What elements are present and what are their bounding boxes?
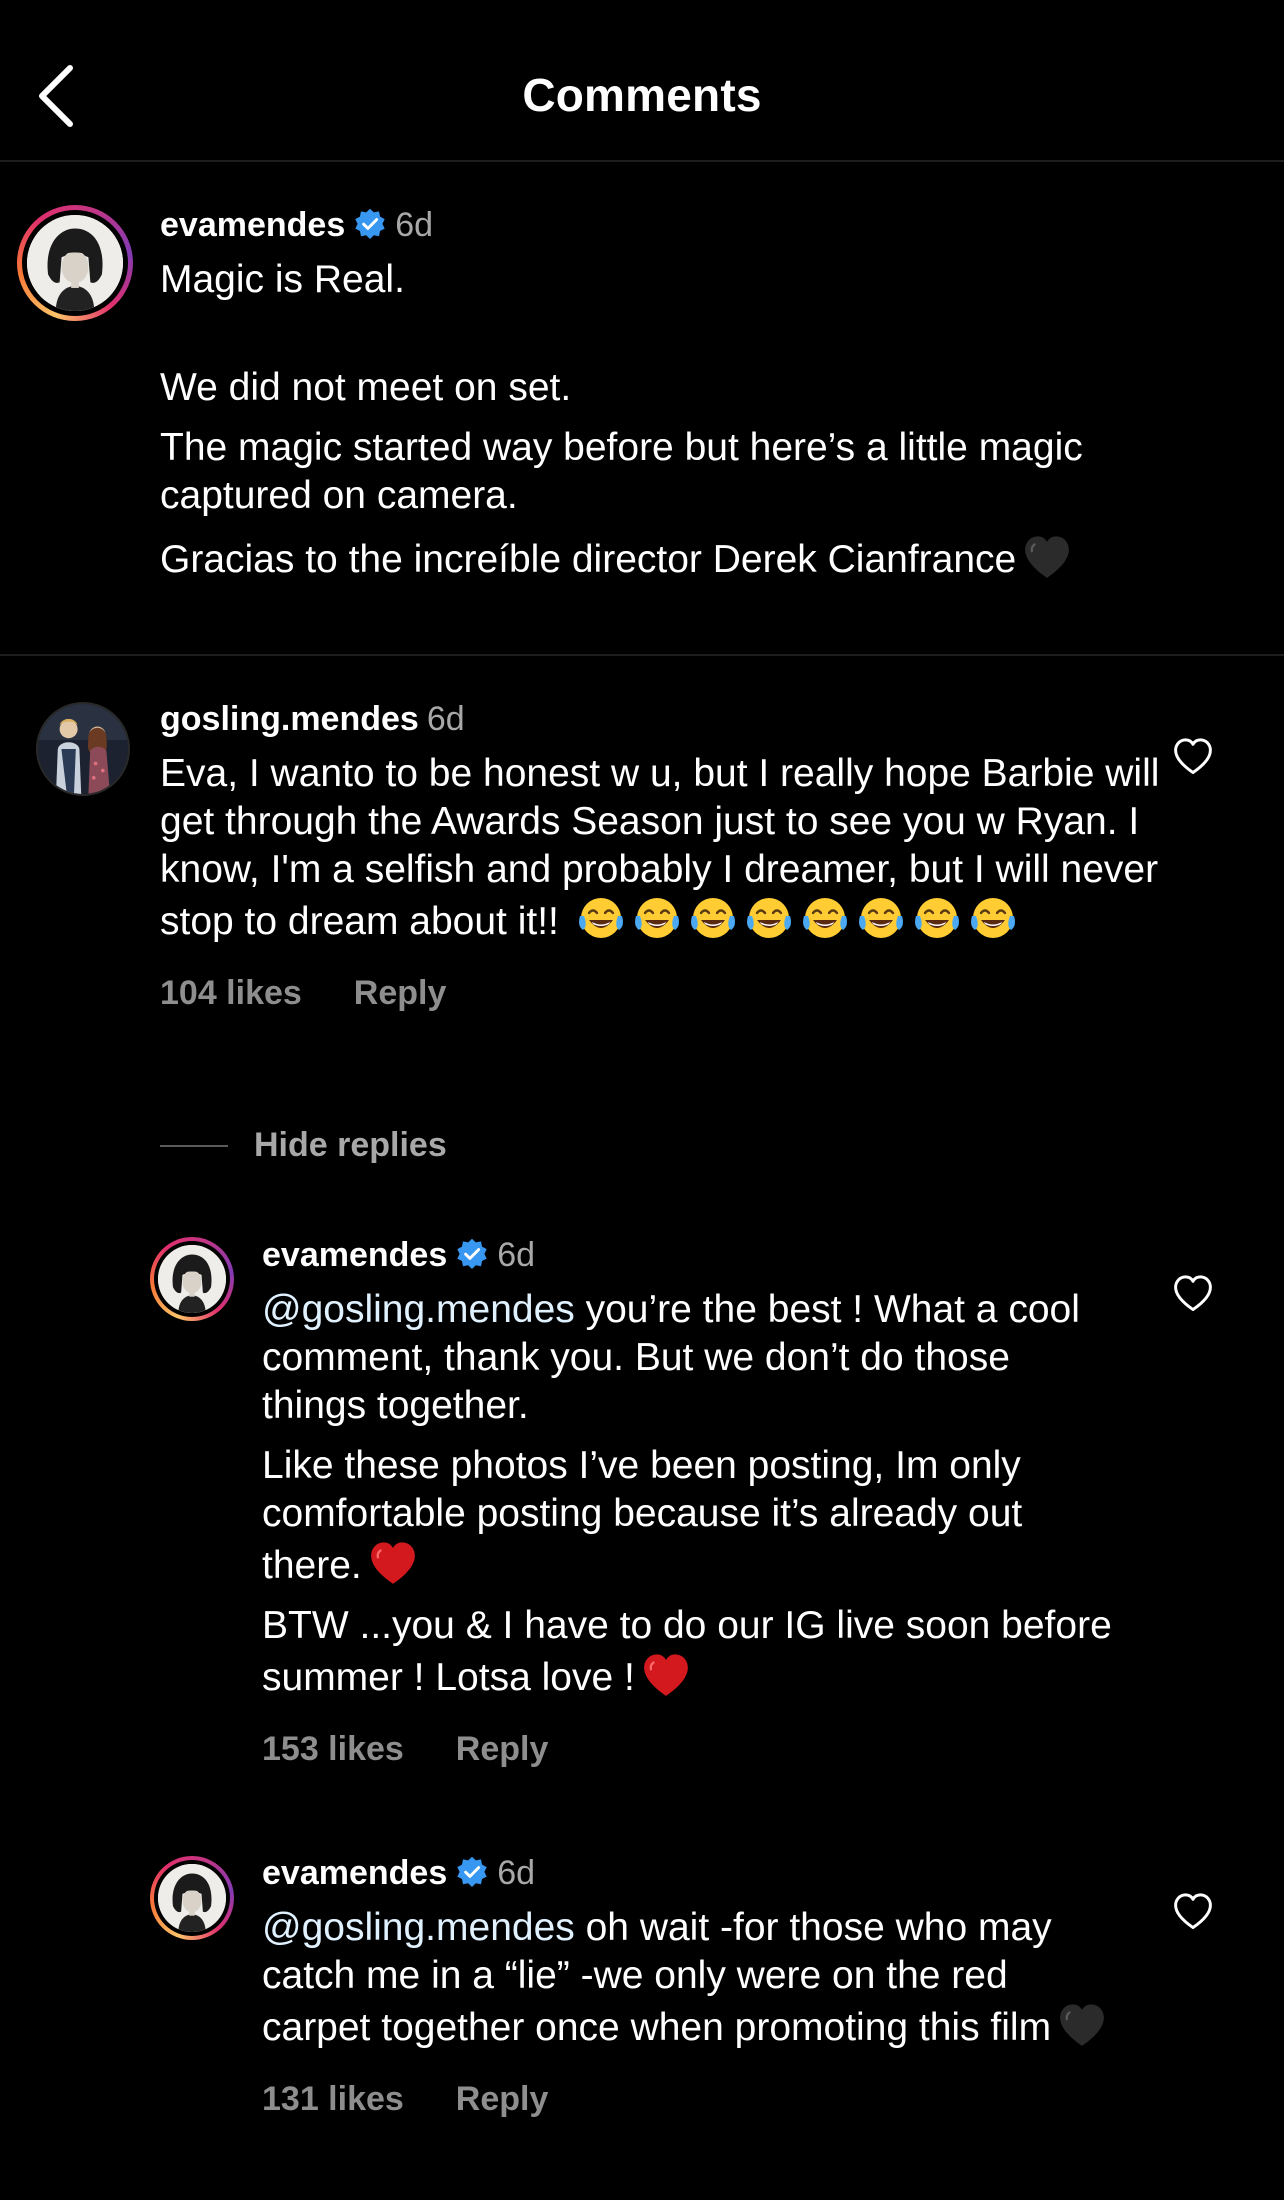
username[interactable]: evamendes (262, 1854, 447, 1892)
hide-replies-label: Hide replies (254, 1126, 447, 1164)
tears-of-joy-emoji-icon (688, 894, 738, 944)
reply-text: @gosling.mendes oh wait -for those who m… (262, 1904, 1122, 2052)
caption-body: evamendes 6d Magic is Real. We did not me… (160, 204, 1170, 584)
hide-replies-toggle[interactable]: Hide replies (160, 1126, 447, 1170)
red-heart-emoji-icon (368, 1538, 418, 1588)
gosling-mendes-avatar-image (38, 704, 128, 794)
like-button[interactable] (1172, 1273, 1214, 1313)
tears-of-joy-emoji-icon (576, 894, 626, 944)
heart-outline-icon (1172, 1273, 1214, 1313)
evamendes-avatar-image (27, 215, 123, 311)
caption-line: We did not meet on set. (160, 366, 572, 409)
tears-of-joy-emoji-icon (968, 894, 1018, 944)
heart-outline-icon (1172, 736, 1214, 776)
reply-button[interactable]: Reply (456, 1730, 549, 1768)
timestamp: 6d (497, 1854, 536, 1892)
username[interactable]: evamendes (160, 206, 345, 244)
avatar[interactable] (150, 1237, 234, 1321)
timestamp: 6d (395, 206, 434, 244)
username[interactable]: evamendes (262, 1236, 447, 1274)
mention-link[interactable]: @gosling.mendes (262, 1906, 575, 1949)
header-bar: Comments (0, 0, 1284, 162)
like-button[interactable] (1172, 1891, 1214, 1931)
likes-count[interactable]: 131 likes (262, 2080, 404, 2118)
likes-count[interactable]: 153 likes (262, 1730, 404, 1768)
mention-link[interactable]: @gosling.mendes (262, 1288, 575, 1331)
username[interactable]: gosling.mendes (160, 700, 419, 738)
tears-of-joy-emoji-icon (912, 894, 962, 944)
heart-outline-icon (1172, 1891, 1214, 1931)
reply-button[interactable]: Reply (456, 2080, 549, 2118)
evamendes-avatar-image (158, 1864, 226, 1932)
reply-text: Like these photos I’ve been posting, Im … (262, 1442, 1122, 1590)
divider-line (160, 1144, 228, 1147)
black-heart-emoji-icon (1022, 532, 1072, 582)
reply-text: BTW ...you & I have to do our IG live so… (262, 1602, 1122, 1702)
reply-button[interactable]: Reply (354, 974, 447, 1012)
tears-of-joy-emoji-icon (856, 894, 906, 944)
caption-line: The magic started way before but here’s … (160, 426, 1083, 517)
verified-badge-icon (455, 1855, 489, 1889)
comment: gosling.mendes 6d Eva, I wanto to be hone… (160, 698, 1170, 1013)
comment-text: Eva, I wanto to be honest w u, but I rea… (160, 750, 1170, 946)
black-heart-emoji-icon (1057, 2000, 1107, 2050)
timestamp: 6d (497, 1236, 536, 1274)
likes-count[interactable]: 104 likes (160, 974, 302, 1012)
reply-comment: evamendes 6d @gosling.mendes oh wait -for… (262, 1852, 1122, 2119)
evamendes-avatar-image (158, 1245, 226, 1313)
tears-of-joy-emoji-icon (632, 894, 682, 944)
verified-badge-icon (455, 1237, 489, 1271)
like-button[interactable] (1172, 736, 1214, 776)
post-caption: evamendes 6d Magic is Real. We did not me… (0, 162, 1284, 656)
timestamp: 6d (426, 700, 465, 738)
verified-badge-icon (353, 207, 387, 241)
tears-of-joy-emoji-icon (800, 894, 850, 944)
reply-comment: evamendes 6d @gosling.mendes you’re the b… (262, 1234, 1122, 1769)
red-heart-emoji-icon (641, 1650, 691, 1700)
caption-line: Gracias to the increíble director Derek … (160, 532, 1170, 584)
reply-text: @gosling.mendes you’re the best ! What a… (262, 1286, 1122, 1430)
page-title: Comments (522, 69, 762, 121)
caption-line-text: Gracias to the increíble director Derek … (160, 538, 1017, 581)
caption-line: Magic is Real. (160, 258, 405, 301)
tears-of-joy-emoji-icon (744, 894, 794, 944)
avatar[interactable] (150, 1856, 234, 1940)
avatar[interactable] (17, 205, 133, 321)
avatar[interactable] (36, 702, 130, 796)
